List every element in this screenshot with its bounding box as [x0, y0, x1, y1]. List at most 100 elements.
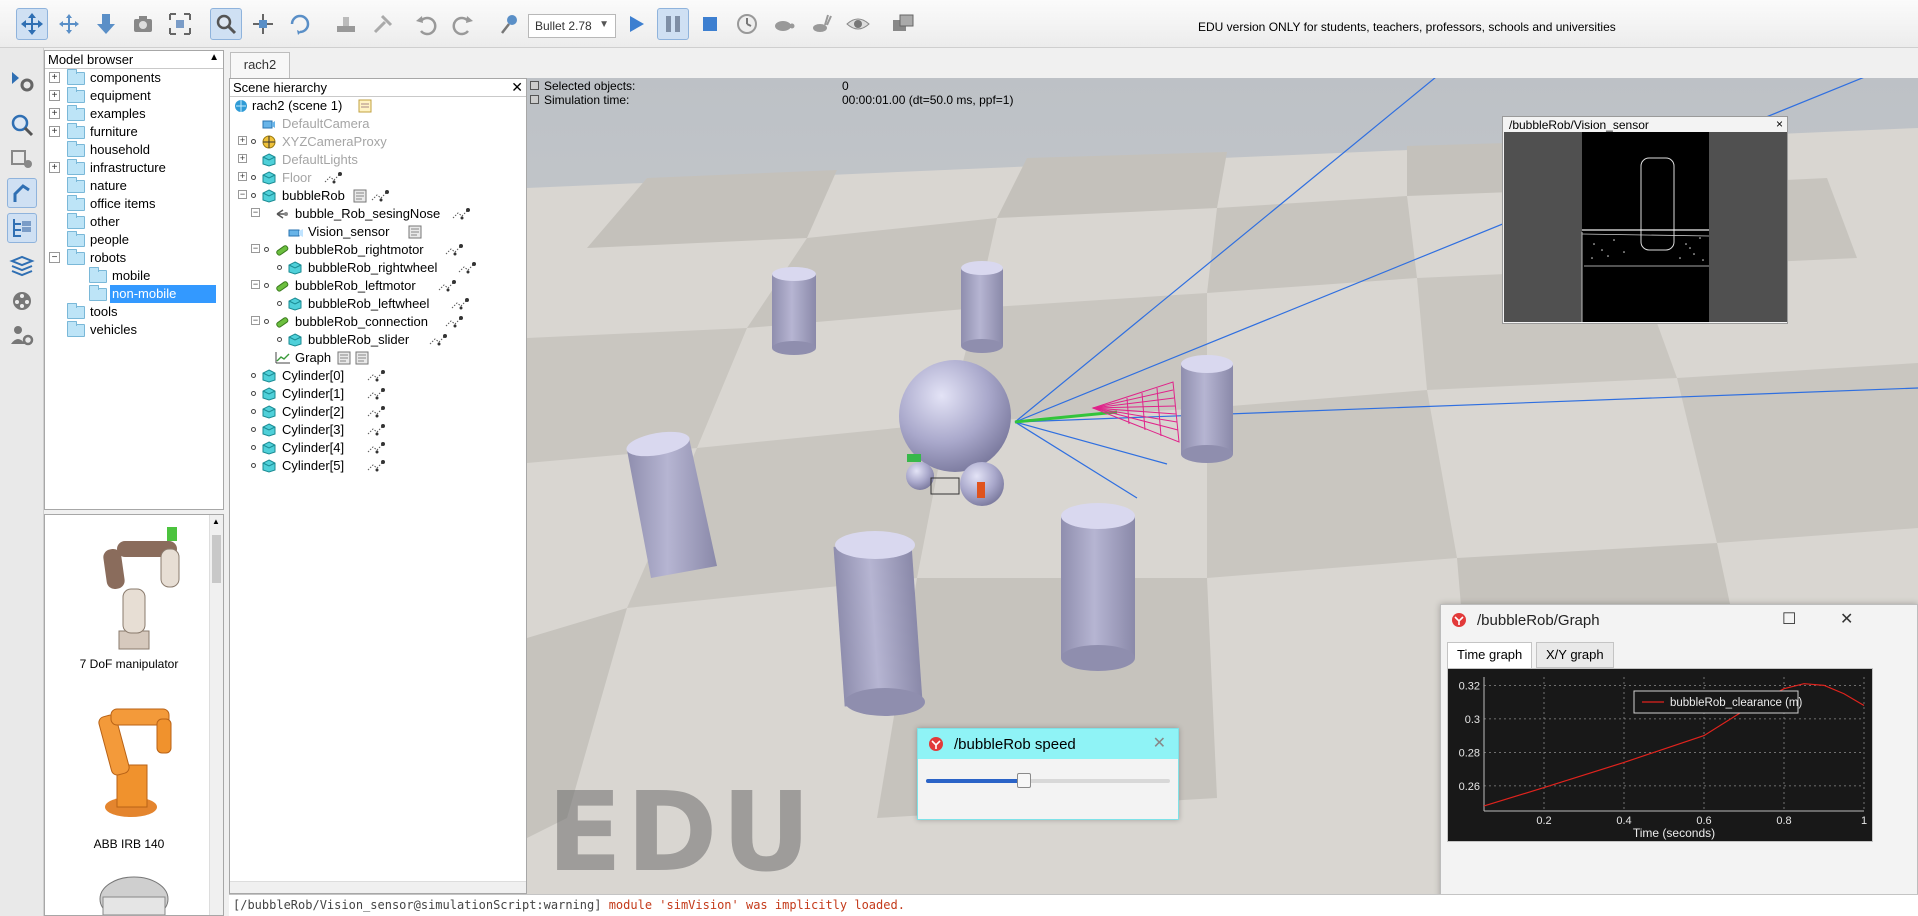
thumbnail-scrollbar[interactable]: ▲	[209, 515, 223, 915]
stop-simulation-button[interactable]	[694, 8, 726, 40]
tab-xy-graph[interactable]: X/Y graph	[1536, 642, 1614, 668]
collapse-icon[interactable]: −	[251, 280, 260, 289]
expand-icon[interactable]: +	[49, 108, 60, 119]
visibility-dot-icon[interactable]	[264, 319, 269, 324]
visibility-dot-icon[interactable]	[251, 427, 256, 432]
model-browser-item[interactable]: office items	[45, 195, 223, 213]
speed-slider-window[interactable]: /bubbleRob speed ✕	[917, 728, 1179, 820]
close-icon[interactable]: ✕	[1840, 609, 1853, 629]
scene-object-row[interactable]: − bubbleRob	[230, 187, 526, 205]
scene-tab[interactable]: rach2	[230, 52, 290, 78]
horizontal-scrollbar[interactable]	[230, 881, 526, 893]
object-properties-button[interactable]	[7, 178, 37, 208]
camera-pan-button[interactable]	[16, 8, 48, 40]
model-browser-item[interactable]: mobile	[45, 267, 223, 285]
scrollbar-thumb[interactable]	[212, 535, 221, 583]
model-browser-item[interactable]: household	[45, 141, 223, 159]
scene-object-row[interactable]: bubbleRob_leftwheel	[230, 295, 526, 313]
model-browser-item[interactable]: + components	[45, 69, 223, 87]
camera-shift-button[interactable]	[90, 8, 122, 40]
scene-object-row[interactable]: bubbleRob_rightwheel	[230, 259, 526, 277]
model-browser-item[interactable]: nature	[45, 177, 223, 195]
visibility-dot-icon[interactable]	[251, 175, 256, 180]
scene-object-row[interactable]: Cylinder[5]	[230, 457, 526, 475]
scene-object-row[interactable]: Cylinder[0]	[230, 367, 526, 385]
maximize-icon[interactable]: ☐	[1782, 609, 1796, 629]
scene-object-row[interactable]: − bubbleRob_leftmotor	[230, 277, 526, 295]
speed-slider-handle[interactable]	[1016, 773, 1031, 788]
video-recorder-button[interactable]	[7, 286, 37, 316]
object-shift-button[interactable]	[247, 8, 279, 40]
scene-object-row[interactable]: bubbleRob_slider	[230, 331, 526, 349]
camera-angle-button[interactable]	[127, 8, 159, 40]
scene-object-row[interactable]: + Floor	[230, 169, 526, 187]
pause-simulation-button[interactable]	[657, 8, 689, 40]
visibility-dot-icon[interactable]	[251, 463, 256, 468]
user-settings-button[interactable]	[7, 320, 37, 350]
model-browser-item[interactable]: + equipment	[45, 87, 223, 105]
status-console[interactable]: [/bubbleRob/Vision_sensor@simulationScri…	[229, 894, 1918, 916]
visibility-dot-icon[interactable]	[251, 409, 256, 414]
speed-up-button[interactable]	[805, 8, 837, 40]
simulation-settings-button[interactable]	[7, 66, 37, 96]
sort-up-icon[interactable]: ▲	[209, 52, 219, 63]
view-settings-button[interactable]	[7, 110, 37, 140]
model-browser-item[interactable]: + infrastructure	[45, 159, 223, 177]
fit-to-view-button[interactable]	[164, 8, 196, 40]
scene-object-row[interactable]: Vision_sensor	[230, 223, 526, 241]
info-toggle-icon[interactable]	[530, 95, 539, 104]
expand-icon[interactable]: +	[49, 126, 60, 137]
vision-sensor-window[interactable]: /bubbleRob/Vision_sensor ×	[1502, 116, 1788, 324]
shape-edit-button[interactable]	[7, 143, 37, 173]
scene-object-row[interactable]: − bubble_Rob_sesingNose	[230, 205, 526, 223]
real-time-button[interactable]	[731, 8, 763, 40]
visibility-dot-icon[interactable]	[251, 445, 256, 450]
scene-object-row[interactable]: DefaultCamera	[230, 115, 526, 133]
scene-object-row[interactable]: + XYZCameraProxy	[230, 133, 526, 151]
model-browser-item[interactable]: people	[45, 231, 223, 249]
scene-object-row[interactable]: Cylinder[4]	[230, 439, 526, 457]
thumbnail-abb-irb-140[interactable]	[67, 695, 197, 825]
expand-icon[interactable]: +	[238, 172, 247, 181]
click-select-button[interactable]	[210, 8, 242, 40]
scroll-up-icon[interactable]: ▲	[212, 517, 220, 526]
page-selector-button[interactable]	[887, 8, 919, 40]
collapse-icon[interactable]: −	[251, 244, 260, 253]
graph-window-titlebar[interactable]: /bubbleRob/Graph ☐ ✕	[1441, 605, 1917, 635]
assemble-button[interactable]	[330, 8, 362, 40]
collapse-icon[interactable]: −	[238, 190, 247, 199]
visibility-dot-icon[interactable]	[251, 193, 256, 198]
child-script-icon[interactable]	[367, 459, 386, 478]
close-icon[interactable]: ×	[1776, 117, 1783, 131]
collapse-icon[interactable]: −	[251, 316, 260, 325]
visibility-dot-icon[interactable]	[251, 391, 256, 396]
speed-window-titlebar[interactable]: /bubbleRob speed ✕	[918, 729, 1178, 759]
scene-object-row[interactable]: Cylinder[3]	[230, 421, 526, 439]
scene-object-row[interactable]: Cylinder[2]	[230, 403, 526, 421]
visibility-dot-icon[interactable]	[251, 139, 256, 144]
scene-object-row[interactable]: Graph	[230, 349, 526, 367]
model-browser-item[interactable]: + examples	[45, 105, 223, 123]
slow-down-button[interactable]	[768, 8, 800, 40]
3d-viewport[interactable]: x Selected objects: 0 Simulation time: 0…	[527, 78, 1918, 894]
expand-icon[interactable]: +	[49, 72, 60, 83]
scene-object-row[interactable]: + DefaultLights	[230, 151, 526, 169]
collapse-icon[interactable]: −	[49, 252, 60, 263]
layers-button[interactable]	[7, 251, 37, 281]
model-browser-item[interactable]: other	[45, 213, 223, 231]
model-browser-item[interactable]: tools	[45, 303, 223, 321]
physics-engine-select[interactable]: Bullet 2.78 ▼	[528, 14, 616, 38]
time-graph-chart[interactable]: 0.2 0.4 0.6 0.8 10.260.280.30.32bubbleRob_cl…	[1448, 669, 1872, 841]
visibility-dot-icon[interactable]	[277, 301, 282, 306]
thumbnail-partial-robot[interactable]	[89, 875, 179, 915]
dynamics-properties-button[interactable]	[494, 8, 526, 40]
redo-button[interactable]	[447, 8, 479, 40]
start-simulation-button[interactable]	[620, 8, 652, 40]
model-browser-item[interactable]: vehicles	[45, 321, 223, 339]
expand-icon[interactable]: +	[49, 90, 60, 101]
visibility-dot-icon[interactable]	[277, 265, 282, 270]
visibility-dot-icon[interactable]	[251, 373, 256, 378]
visualization-toggle-button[interactable]	[842, 8, 874, 40]
script-file-icon[interactable]	[358, 99, 372, 113]
graph-window[interactable]: /bubbleRob/Graph ☐ ✕ Time graph X/Y grap…	[1440, 604, 1918, 894]
